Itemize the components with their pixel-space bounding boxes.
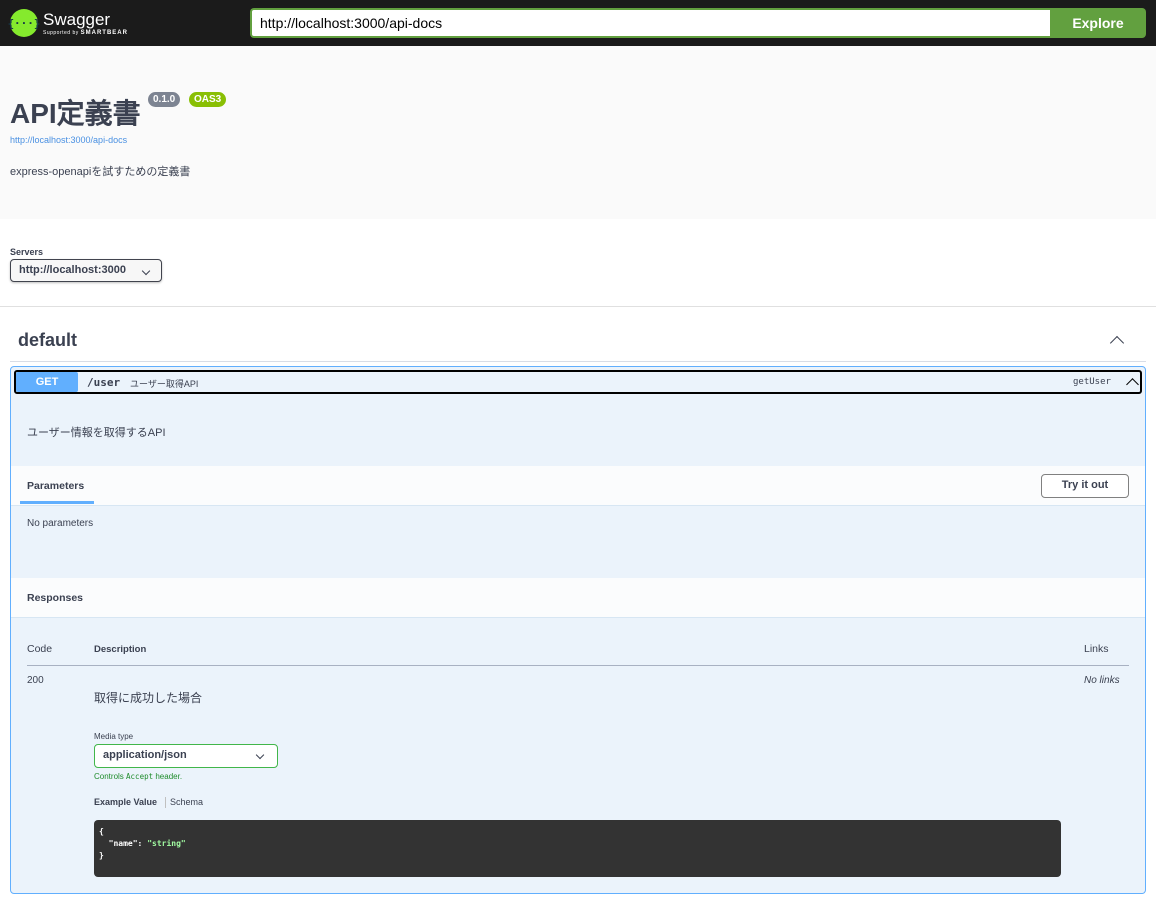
- controls-accept-note: Controls Accept header.: [94, 772, 183, 781]
- example-code-block: { "name": "string" }: [94, 820, 1061, 877]
- column-header-code: Code: [27, 643, 53, 655]
- column-header-description: Description: [94, 644, 147, 655]
- example-key: "name": [108, 839, 138, 848]
- logo-sub: Supported by SMARTBEAR: [43, 29, 128, 36]
- tab-underline: [20, 501, 94, 504]
- column-header-links: Links: [1084, 643, 1109, 655]
- response-code: 200: [27, 675, 44, 686]
- explore-button[interactable]: Explore: [1050, 8, 1146, 38]
- responses-title: Responses: [27, 592, 84, 604]
- divider: [10, 361, 1146, 362]
- operation-summary-text: ユーザー取得API: [130, 379, 199, 389]
- tab-schema[interactable]: Schema: [170, 797, 203, 807]
- api-description: express-openapiを試すための定義書: [10, 166, 191, 178]
- tag-title[interactable]: default: [18, 330, 77, 351]
- version-badge: 0.1.0: [148, 92, 181, 107]
- example-value: "string": [147, 839, 186, 848]
- page-title: API定義書: [10, 98, 141, 129]
- tab-example-value[interactable]: Example Value: [94, 797, 157, 807]
- swagger-logo[interactable]: {···} Swagger Supported by SMARTBEAR: [7, 7, 128, 39]
- chevron-down-icon: [255, 750, 265, 760]
- chevron-up-icon[interactable]: [1109, 335, 1125, 351]
- servers-select[interactable]: http://localhost:3000: [10, 259, 162, 282]
- responses-header: [11, 578, 1145, 618]
- table-divider: [27, 665, 1129, 666]
- operation-id: getUser: [1073, 377, 1111, 387]
- swagger-logo-icon: {···}: [7, 9, 41, 37]
- no-parameters-text: No parameters: [27, 518, 94, 529]
- spec-url-input[interactable]: [250, 8, 1050, 38]
- response-links: No links: [1084, 675, 1120, 686]
- parameters-header: [11, 466, 1145, 506]
- divider: [0, 306, 1156, 307]
- oas-badge: OAS3: [189, 92, 227, 107]
- response-description: 取得に成功した場合: [94, 691, 203, 705]
- operation-path: /user: [87, 376, 121, 389]
- servers-selected-value: http://localhost:3000: [19, 264, 126, 276]
- method-badge: GET: [16, 372, 78, 392]
- try-it-out-button[interactable]: Try it out: [1041, 474, 1129, 498]
- operation-block: [10, 366, 1146, 894]
- media-type-value: application/json: [103, 749, 187, 761]
- tab-separator: [165, 797, 166, 808]
- media-type-label: Media type: [94, 732, 134, 741]
- logo-name: Swagger: [43, 9, 111, 29]
- operation-description: ユーザー情報を取得するAPI: [27, 427, 166, 439]
- tab-parameters[interactable]: Parameters: [27, 480, 84, 492]
- media-type-select[interactable]: application/json: [94, 744, 278, 768]
- spec-link[interactable]: http://localhost:3000/api-docs: [10, 135, 127, 145]
- servers-label: Servers: [10, 247, 44, 257]
- info-section: API定義書 0.1.0 OAS3 http://localhost:3000/…: [0, 46, 1156, 219]
- chevron-down-icon: [141, 266, 151, 276]
